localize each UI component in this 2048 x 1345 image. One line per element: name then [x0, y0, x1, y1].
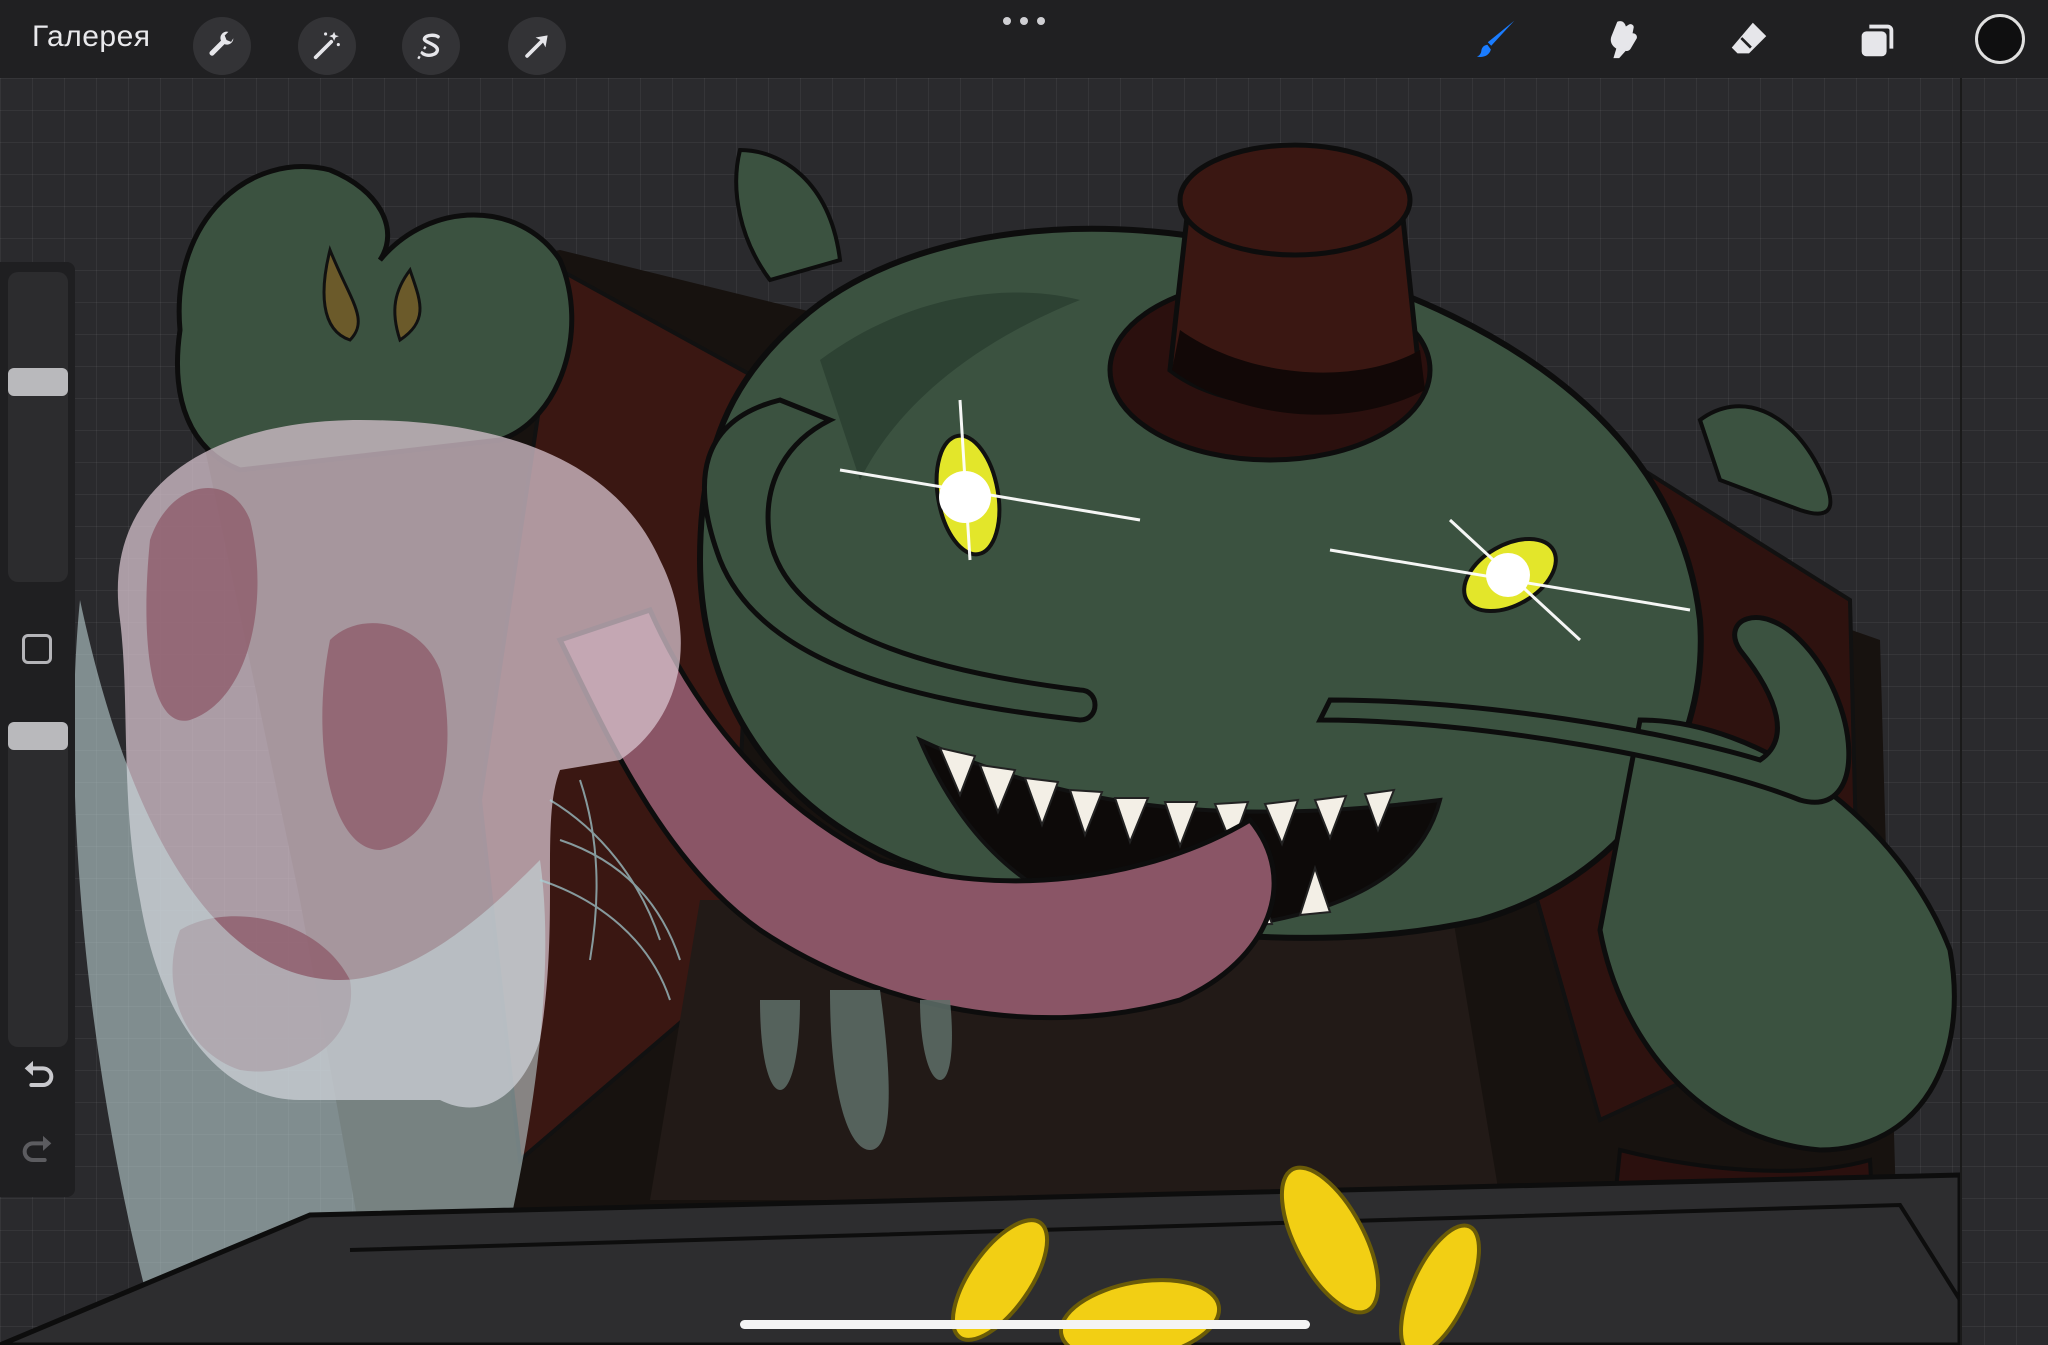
creature-right-claw — [1697, 404, 1833, 516]
top-toolbar: Галерея — [0, 0, 2048, 78]
opacity-slider[interactable] — [8, 722, 68, 1047]
selection-s-icon — [417, 33, 440, 60]
home-indicator — [740, 1320, 1310, 1329]
ellipsis-icon[interactable] — [1000, 14, 1048, 28]
brush-icon — [1476, 20, 1515, 57]
eraser-tool-button[interactable] — [1724, 14, 1774, 64]
layers-button[interactable] — [1852, 14, 1902, 64]
brush-size-slider[interactable] — [8, 272, 68, 582]
redo-icon[interactable] — [18, 1130, 58, 1170]
selection-button[interactable] — [402, 17, 460, 75]
smudge-tool-button[interactable] — [1598, 14, 1648, 64]
brush-tool-button[interactable] — [1472, 14, 1522, 64]
adjustments-button[interactable] — [298, 17, 356, 75]
canvas-edge — [1960, 78, 1962, 1345]
hat-top — [1177, 142, 1413, 258]
transform-button[interactable] — [508, 17, 566, 75]
left-sidebar — [0, 262, 75, 1197]
gallery-button[interactable]: Галерея — [32, 20, 151, 54]
magic-wand-icon — [313, 31, 340, 60]
layers-icon — [1861, 24, 1894, 57]
actions-button[interactable] — [193, 17, 251, 75]
right-eye-glow — [1486, 553, 1530, 597]
procreate-app: Галерея — [0, 0, 2048, 1345]
wrench-icon — [209, 31, 234, 56]
opacity-thumb[interactable] — [8, 722, 68, 750]
brush-size-thumb[interactable] — [8, 368, 68, 396]
color-picker-button[interactable] — [1975, 14, 2025, 64]
transform-arrow-icon — [525, 35, 548, 58]
drawing-canvas[interactable] — [0, 78, 1960, 1345]
creature-top-claw — [734, 147, 843, 283]
left-eye-glow — [939, 471, 991, 523]
undo-icon[interactable] — [18, 1055, 58, 1095]
smudge-icon — [1610, 21, 1637, 59]
modify-button[interactable] — [22, 634, 52, 664]
eraser-icon — [1731, 22, 1767, 54]
